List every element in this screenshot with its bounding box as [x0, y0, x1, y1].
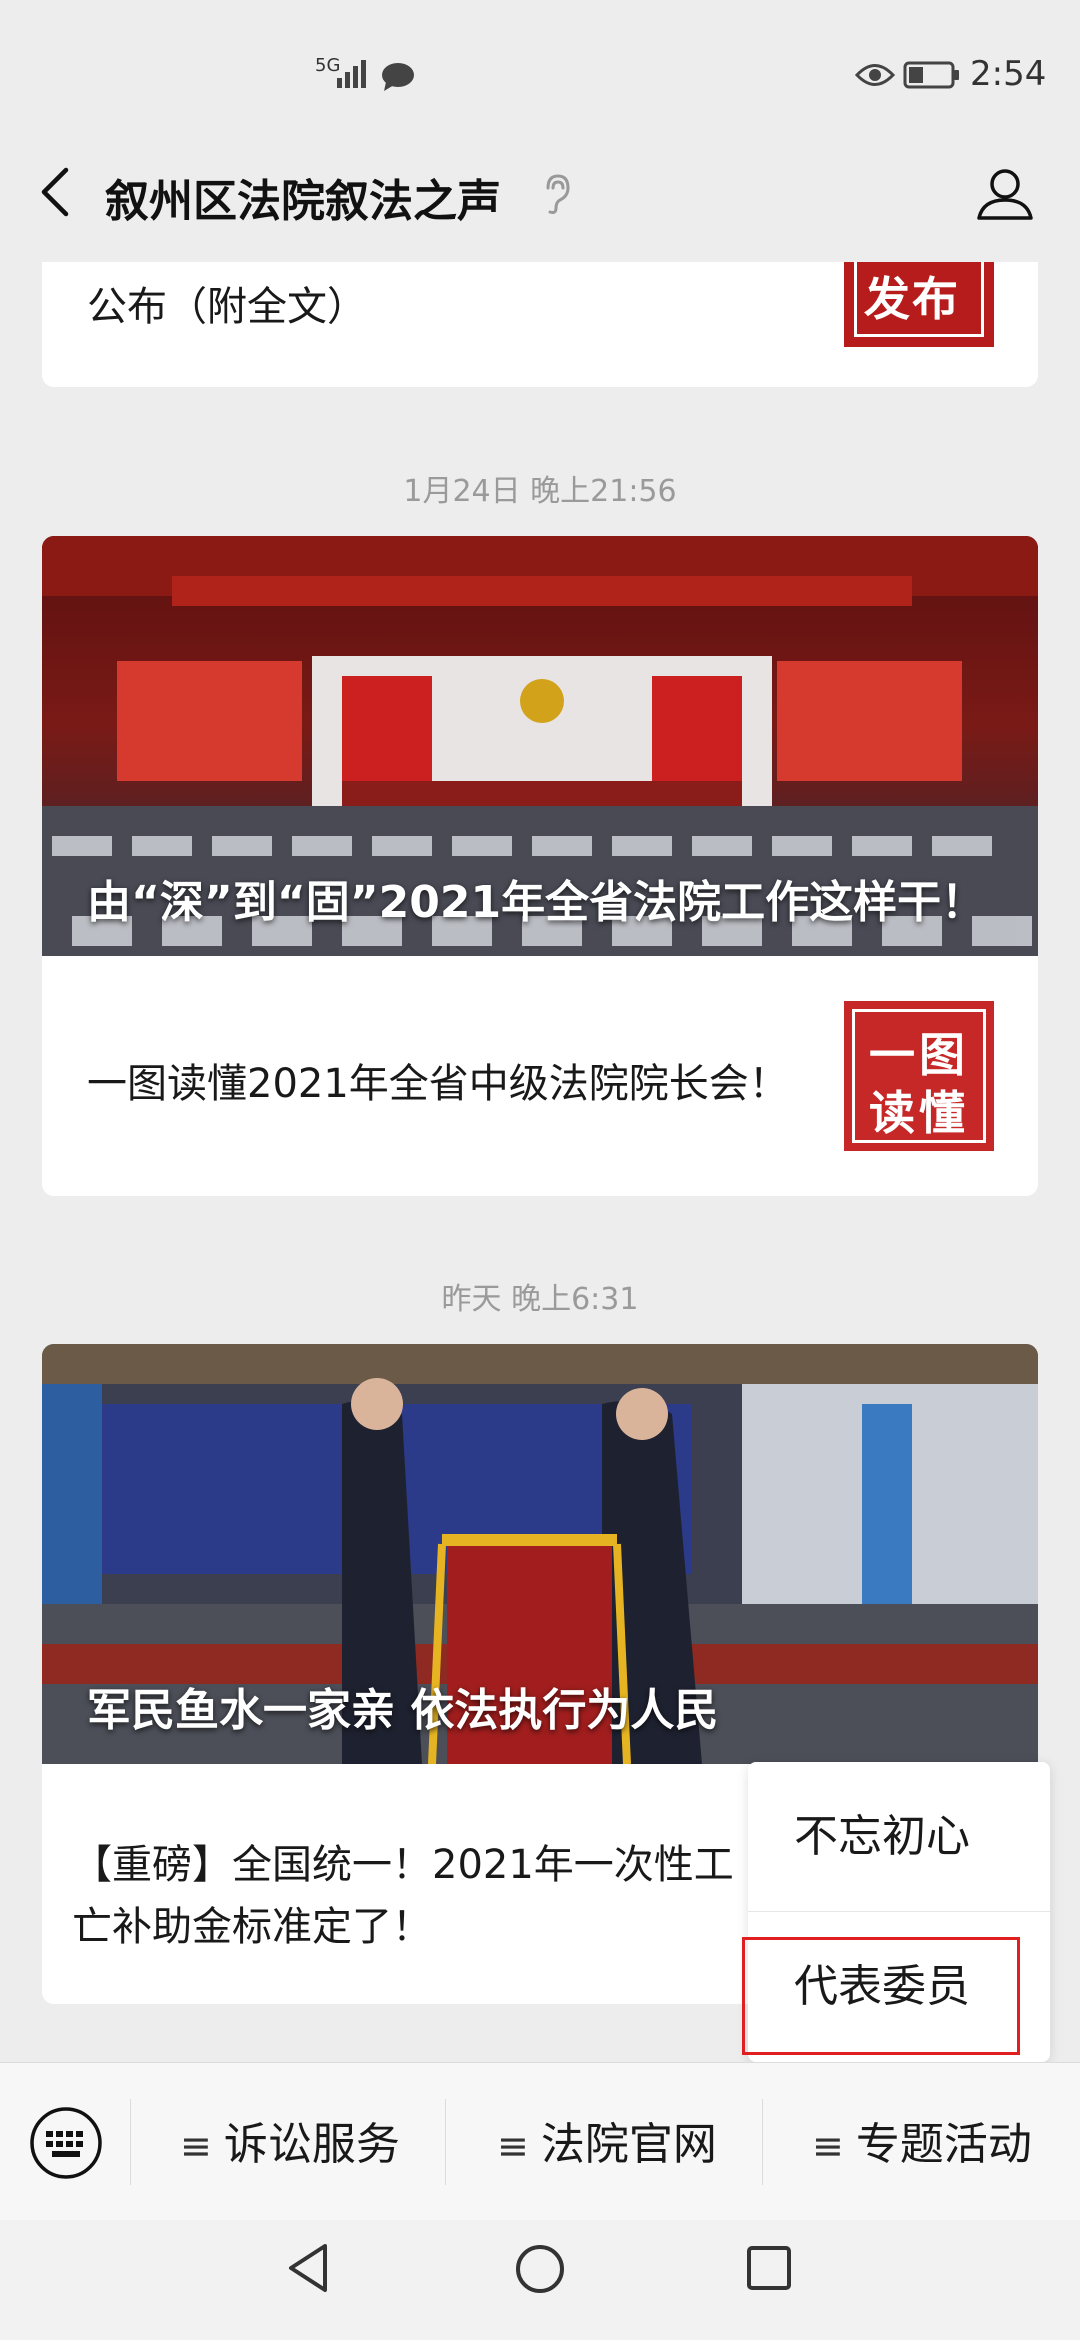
- article-thumbnail: 发布: [844, 262, 994, 347]
- menu-icon: ≡: [180, 2124, 212, 2168]
- menu-icon: ≡: [497, 2124, 529, 2168]
- article-headline: 由“深”到“固”2021年全省法院工作这样干！: [87, 877, 986, 928]
- menu-item-court-website[interactable]: ≡ 法院官网: [497, 2108, 717, 2178]
- message-timestamp: 1月24日 晚上21:56: [403, 474, 677, 509]
- article-cover[interactable]: 由“深”到“固”2021年全省法院工作这样干！: [42, 536, 1038, 956]
- thumbnail-line-1: 一图: [869, 1028, 969, 1082]
- sub-article-title: 【重磅】全国统一！2021年一次性工亡补助金标准定了！: [72, 1842, 734, 1950]
- message-timestamp: 昨天 晚上6:31: [441, 1282, 639, 1317]
- menu-item-special-activities[interactable]: ≡ 专题活动: [812, 2108, 1032, 2178]
- submenu-item[interactable]: 不忘初心: [748, 1762, 1050, 1912]
- page-title: 叙州区法院叙法之声: [105, 176, 501, 227]
- thumbnail-label: 发布: [864, 272, 960, 326]
- selection-highlight: [742, 1937, 1020, 2055]
- wechat-official-account-page: 5G 2:54 叙州区法院叙法之声 公布（附全文） 发布 1月24日 晚上21:…: [0, 0, 1080, 2340]
- article-title: 公布（附全文）: [87, 284, 367, 330]
- system-navigation-bar: [0, 2220, 1080, 2340]
- article-cover[interactable]: 军民鱼水一家亲 依法执行为人民: [42, 1344, 1038, 1764]
- article-card[interactable]: 由“深”到“固”2021年全省法院工作这样干！ 一图读懂2021年全省中级法院院…: [42, 536, 1038, 1196]
- menu-item-label: 专题活动: [855, 2119, 1032, 2170]
- menu-item-label: 法院官网: [540, 2119, 717, 2170]
- article-headline: 军民鱼水一家亲 依法执行为人民: [87, 1685, 719, 1736]
- sub-article-title: 一图读懂2021年全省中级法院院长会！: [87, 1061, 789, 1107]
- account-menu-bar: ≡ 诉讼服务 ≡ 法院官网 ≡ 专题活动: [0, 2062, 1080, 2220]
- ear-icon[interactable]: [540, 172, 572, 216]
- back-arrow-icon[interactable]: [30, 162, 80, 222]
- keyboard-icon[interactable]: [28, 2105, 104, 2181]
- menu-item-label: 诉讼服务: [223, 2119, 400, 2170]
- menu-icon: ≡: [812, 2124, 844, 2168]
- message-icon: [382, 63, 414, 91]
- sub-article-item[interactable]: 一图读懂2021年全省中级法院院长会！ 一图 读懂: [42, 956, 1038, 1196]
- battery-icon: [903, 61, 959, 89]
- clock: 2:54: [970, 54, 1047, 94]
- article-card-partial[interactable]: 公布（附全文） 发布: [42, 262, 1038, 387]
- submenu-popup: 不忘初心 代表委员: [742, 1762, 1050, 2062]
- status-bar: 5G 2:54: [0, 0, 1080, 150]
- nav-home-icon[interactable]: [513, 2242, 567, 2296]
- thumbnail-line-2: 读懂: [869, 1086, 969, 1140]
- signal-icon: [337, 60, 366, 88]
- sub-article-thumbnail: 一图 读懂: [844, 1001, 994, 1151]
- menu-item-litigation-services[interactable]: ≡ 诉讼服务: [180, 2108, 400, 2178]
- nav-recent-icon[interactable]: [745, 2244, 793, 2292]
- nav-back-icon[interactable]: [283, 2240, 333, 2296]
- profile-icon[interactable]: [975, 166, 1035, 222]
- eye-icon: [855, 64, 895, 86]
